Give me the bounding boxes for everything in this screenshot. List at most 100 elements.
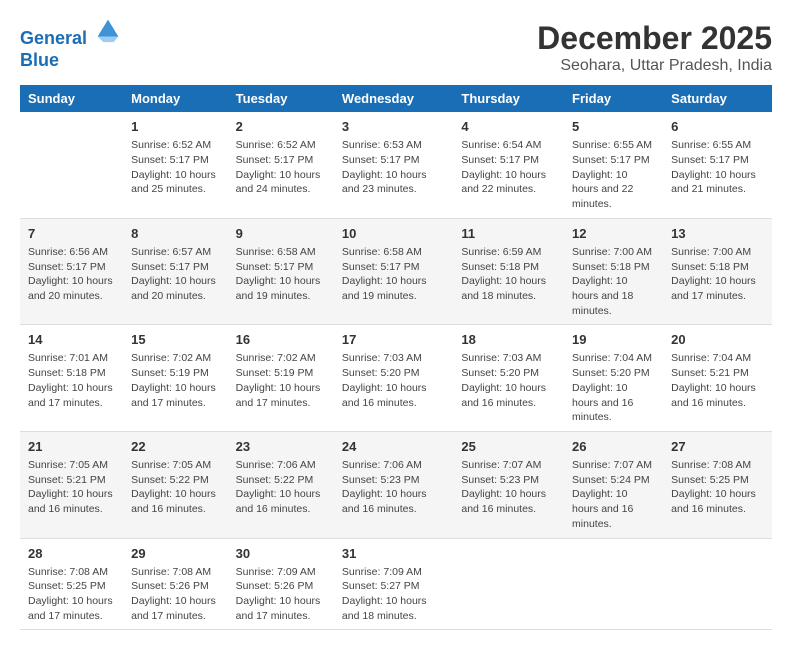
day-info: Sunrise: 6:53 AM Sunset: 5:17 PM Dayligh… bbox=[342, 138, 445, 197]
calendar-cell: 16 Sunrise: 7:02 AM Sunset: 5:19 PM Dayli… bbox=[228, 325, 334, 432]
day-number: 10 bbox=[342, 225, 445, 243]
calendar-cell: 30 Sunrise: 7:09 AM Sunset: 5:26 PM Dayli… bbox=[228, 538, 334, 630]
calendar-cell: 17 Sunrise: 7:03 AM Sunset: 5:20 PM Dayli… bbox=[334, 325, 453, 432]
day-info: Sunrise: 6:57 AM Sunset: 5:17 PM Dayligh… bbox=[131, 245, 220, 304]
day-number: 6 bbox=[671, 118, 764, 136]
day-number: 8 bbox=[131, 225, 220, 243]
calendar-cell: 13 Sunrise: 7:00 AM Sunset: 5:18 PM Dayli… bbox=[663, 218, 772, 325]
day-info: Sunrise: 7:00 AM Sunset: 5:18 PM Dayligh… bbox=[671, 245, 764, 304]
logo-icon bbox=[94, 16, 122, 44]
day-number: 27 bbox=[671, 438, 764, 456]
header-row: SundayMondayTuesdayWednesdayThursdayFrid… bbox=[20, 85, 772, 112]
day-info: Sunrise: 7:02 AM Sunset: 5:19 PM Dayligh… bbox=[131, 351, 220, 410]
day-number: 26 bbox=[572, 438, 655, 456]
day-info: Sunrise: 6:58 AM Sunset: 5:17 PM Dayligh… bbox=[342, 245, 445, 304]
week-row-1: 1 Sunrise: 6:52 AM Sunset: 5:17 PM Daylig… bbox=[20, 112, 772, 218]
subtitle: Seohara, Uttar Pradesh, India bbox=[537, 57, 772, 75]
calendar-cell: 20 Sunrise: 7:04 AM Sunset: 5:21 PM Dayli… bbox=[663, 325, 772, 432]
calendar-cell: 25 Sunrise: 7:07 AM Sunset: 5:23 PM Dayli… bbox=[453, 431, 564, 538]
day-info: Sunrise: 6:52 AM Sunset: 5:17 PM Dayligh… bbox=[236, 138, 326, 197]
day-number: 31 bbox=[342, 545, 445, 563]
calendar-table: SundayMondayTuesdayWednesdayThursdayFrid… bbox=[20, 85, 772, 630]
day-info: Sunrise: 6:54 AM Sunset: 5:17 PM Dayligh… bbox=[461, 138, 556, 197]
calendar-cell: 19 Sunrise: 7:04 AM Sunset: 5:20 PM Dayli… bbox=[564, 325, 663, 432]
day-number: 2 bbox=[236, 118, 326, 136]
calendar-cell: 23 Sunrise: 7:06 AM Sunset: 5:22 PM Dayli… bbox=[228, 431, 334, 538]
day-info: Sunrise: 6:59 AM Sunset: 5:18 PM Dayligh… bbox=[461, 245, 556, 304]
week-row-3: 14 Sunrise: 7:01 AM Sunset: 5:18 PM Dayli… bbox=[20, 325, 772, 432]
header-saturday: Saturday bbox=[663, 85, 772, 112]
calendar-cell: 7 Sunrise: 6:56 AM Sunset: 5:17 PM Daylig… bbox=[20, 218, 123, 325]
calendar-cell: 11 Sunrise: 6:59 AM Sunset: 5:18 PM Dayli… bbox=[453, 218, 564, 325]
calendar-cell: 6 Sunrise: 6:55 AM Sunset: 5:17 PM Daylig… bbox=[663, 112, 772, 218]
day-number: 25 bbox=[461, 438, 556, 456]
day-info: Sunrise: 7:09 AM Sunset: 5:27 PM Dayligh… bbox=[342, 565, 445, 624]
day-info: Sunrise: 7:07 AM Sunset: 5:23 PM Dayligh… bbox=[461, 458, 556, 517]
day-number: 9 bbox=[236, 225, 326, 243]
calendar-cell: 21Sunrise: 7:05 AM Sunset: 5:21 PM Dayli… bbox=[20, 431, 123, 538]
day-number: 1 bbox=[131, 118, 220, 136]
calendar-cell: 15 Sunrise: 7:02 AM Sunset: 5:19 PM Dayli… bbox=[123, 325, 228, 432]
day-number: 5 bbox=[572, 118, 655, 136]
day-info: Sunrise: 7:08 AM Sunset: 5:25 PM Dayligh… bbox=[671, 458, 764, 517]
day-number: 18 bbox=[461, 331, 556, 349]
calendar-cell: 14 Sunrise: 7:01 AM Sunset: 5:18 PM Dayli… bbox=[20, 325, 123, 432]
calendar-cell: 4 Sunrise: 6:54 AM Sunset: 5:17 PM Daylig… bbox=[453, 112, 564, 218]
day-number: 22 bbox=[131, 438, 220, 456]
header-wednesday: Wednesday bbox=[334, 85, 453, 112]
day-info: Sunrise: 7:01 AM Sunset: 5:18 PM Dayligh… bbox=[28, 351, 115, 410]
calendar-cell: 10 Sunrise: 6:58 AM Sunset: 5:17 PM Dayli… bbox=[334, 218, 453, 325]
day-number: 20 bbox=[671, 331, 764, 349]
day-number: 19 bbox=[572, 331, 655, 349]
calendar-cell: 18Sunrise: 7:03 AM Sunset: 5:20 PM Dayli… bbox=[453, 325, 564, 432]
calendar-cell bbox=[20, 112, 123, 218]
calendar-cell: 31 Sunrise: 7:09 AM Sunset: 5:27 PM Dayli… bbox=[334, 538, 453, 630]
day-info: Sunrise: 7:09 AM Sunset: 5:26 PM Dayligh… bbox=[236, 565, 326, 624]
week-row-4: 21Sunrise: 7:05 AM Sunset: 5:21 PM Dayli… bbox=[20, 431, 772, 538]
logo-blue: Blue bbox=[20, 50, 59, 70]
day-number: 17 bbox=[342, 331, 445, 349]
calendar-cell: 9 Sunrise: 6:58 AM Sunset: 5:17 PM Daylig… bbox=[228, 218, 334, 325]
header-friday: Friday bbox=[564, 85, 663, 112]
day-number: 29 bbox=[131, 545, 220, 563]
day-info: Sunrise: 7:08 AM Sunset: 5:26 PM Dayligh… bbox=[131, 565, 220, 624]
day-info: Sunrise: 7:08 AM Sunset: 5:25 PM Dayligh… bbox=[28, 565, 115, 624]
calendar-cell: 26 Sunrise: 7:07 AM Sunset: 5:24 PM Dayli… bbox=[564, 431, 663, 538]
calendar-cell: 28 Sunrise: 7:08 AM Sunset: 5:25 PM Dayli… bbox=[20, 538, 123, 630]
day-number: 4 bbox=[461, 118, 556, 136]
day-info: Sunrise: 6:56 AM Sunset: 5:17 PM Dayligh… bbox=[28, 245, 115, 304]
header-tuesday: Tuesday bbox=[228, 85, 334, 112]
day-info: Sunrise: 6:58 AM Sunset: 5:17 PM Dayligh… bbox=[236, 245, 326, 304]
day-number: 13 bbox=[671, 225, 764, 243]
day-number: 15 bbox=[131, 331, 220, 349]
day-number: 21 bbox=[28, 438, 115, 456]
calendar-cell: 22Sunrise: 7:05 AM Sunset: 5:22 PM Dayli… bbox=[123, 431, 228, 538]
day-number: 7 bbox=[28, 225, 115, 243]
calendar-cell: 27 Sunrise: 7:08 AM Sunset: 5:25 PM Dayli… bbox=[663, 431, 772, 538]
day-info: Sunrise: 7:04 AM Sunset: 5:20 PM Dayligh… bbox=[572, 351, 655, 424]
day-number: 24 bbox=[342, 438, 445, 456]
page-header: General Blue December 2025 Seohara, Utta… bbox=[20, 20, 772, 75]
day-info: Sunrise: 6:52 AM Sunset: 5:17 PM Dayligh… bbox=[131, 138, 220, 197]
calendar-cell: 3Sunrise: 6:53 AM Sunset: 5:17 PM Daylig… bbox=[334, 112, 453, 218]
day-info: Sunrise: 7:04 AM Sunset: 5:21 PM Dayligh… bbox=[671, 351, 764, 410]
day-number: 14 bbox=[28, 331, 115, 349]
calendar-cell bbox=[453, 538, 564, 630]
day-number: 11 bbox=[461, 225, 556, 243]
day-info: Sunrise: 7:03 AM Sunset: 5:20 PM Dayligh… bbox=[342, 351, 445, 410]
day-info: Sunrise: 7:06 AM Sunset: 5:22 PM Dayligh… bbox=[236, 458, 326, 517]
day-info: Sunrise: 6:55 AM Sunset: 5:17 PM Dayligh… bbox=[671, 138, 764, 197]
day-number: 16 bbox=[236, 331, 326, 349]
header-sunday: Sunday bbox=[20, 85, 123, 112]
week-row-2: 7 Sunrise: 6:56 AM Sunset: 5:17 PM Daylig… bbox=[20, 218, 772, 325]
calendar-cell: 29 Sunrise: 7:08 AM Sunset: 5:26 PM Dayli… bbox=[123, 538, 228, 630]
calendar-cell: 24Sunrise: 7:06 AM Sunset: 5:23 PM Dayli… bbox=[334, 431, 453, 538]
day-info: Sunrise: 6:55 AM Sunset: 5:17 PM Dayligh… bbox=[572, 138, 655, 211]
day-number: 30 bbox=[236, 545, 326, 563]
day-number: 23 bbox=[236, 438, 326, 456]
day-info: Sunrise: 7:02 AM Sunset: 5:19 PM Dayligh… bbox=[236, 351, 326, 410]
day-number: 28 bbox=[28, 545, 115, 563]
day-info: Sunrise: 7:07 AM Sunset: 5:24 PM Dayligh… bbox=[572, 458, 655, 531]
calendar-cell bbox=[663, 538, 772, 630]
calendar-cell: 8 Sunrise: 6:57 AM Sunset: 5:17 PM Daylig… bbox=[123, 218, 228, 325]
